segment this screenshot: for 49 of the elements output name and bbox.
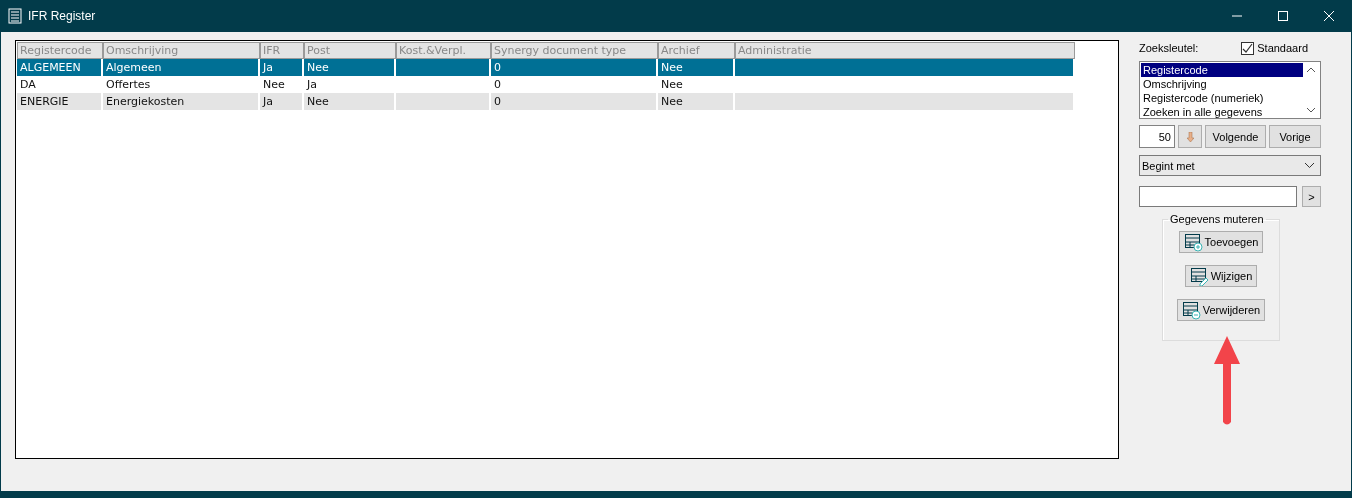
table-cell: 0: [494, 61, 501, 74]
group-title: Gegevens muteren: [1169, 213, 1265, 225]
table-cell: Ja: [263, 61, 273, 74]
list-item[interactable]: Zoeken in alle gegevens: [1141, 105, 1303, 119]
list-item[interactable]: Registercode: [1141, 63, 1303, 77]
document-icon: [8, 8, 22, 24]
checkbox-label: Standaard: [1257, 42, 1308, 54]
minimize-icon: [1232, 15, 1242, 17]
table-cell: Ja: [307, 78, 317, 91]
table-icon: [1181, 300, 1201, 320]
table-cell: Nee: [263, 78, 285, 91]
table-cell: DA: [20, 78, 36, 91]
table-cell: ENERGIE: [20, 95, 69, 108]
search-field[interactable]: [1139, 186, 1297, 207]
down-arrow-icon: [1186, 131, 1194, 142]
table-cell: Nee: [661, 95, 683, 108]
table-icon: [1189, 266, 1209, 286]
scroll-down-icon[interactable]: [1307, 108, 1315, 113]
table-cell: Energiekosten: [106, 95, 185, 108]
table-cell: 0: [494, 78, 501, 91]
list-item[interactable]: Registercode (numeriek): [1141, 91, 1303, 105]
table-cell: Nee: [307, 95, 329, 108]
close-icon: [1324, 11, 1334, 21]
add-button[interactable]: Toevoegen: [1178, 231, 1264, 253]
search-key-label: Zoeksleutel:: [1139, 42, 1199, 54]
delete-button[interactable]: Verwijderen: [1176, 299, 1266, 321]
table-row[interactable]: ENERGIE Energiekosten Ja Nee 0 Nee: [17, 93, 1075, 110]
chevron-down-icon: [1305, 163, 1314, 168]
edit-button[interactable]: Wijzigen: [1184, 265, 1258, 287]
table-cell: Nee: [661, 61, 683, 74]
maximize-icon: [1278, 11, 1288, 21]
table-row[interactable]: ALGEMEEN Algemeen Ja Nee 0 Nee: [17, 59, 1075, 76]
checkbox[interactable]: [1241, 41, 1255, 55]
table-cell: Offertes: [106, 78, 151, 91]
table-cell: 0: [494, 95, 501, 108]
table-cell: ALGEMEEN: [20, 61, 81, 74]
scroll-up-icon[interactable]: [1307, 67, 1315, 72]
count-field[interactable]: 50: [1139, 125, 1175, 148]
table-icon: [1183, 232, 1203, 252]
table-cell: Algemeen: [106, 61, 162, 74]
table-cell: Nee: [661, 78, 683, 91]
match-mode-dropdown[interactable]: Begint met: [1139, 155, 1321, 176]
table-cell: Ja: [263, 95, 273, 108]
go-button[interactable]: >: [1302, 186, 1321, 207]
table-cell: Nee: [307, 61, 329, 74]
previous-button[interactable]: Vorige: [1269, 125, 1321, 148]
list-item[interactable]: Omschrijving: [1141, 77, 1303, 91]
window-title: IFR Register: [28, 9, 97, 23]
next-button[interactable]: Volgende: [1205, 125, 1266, 148]
